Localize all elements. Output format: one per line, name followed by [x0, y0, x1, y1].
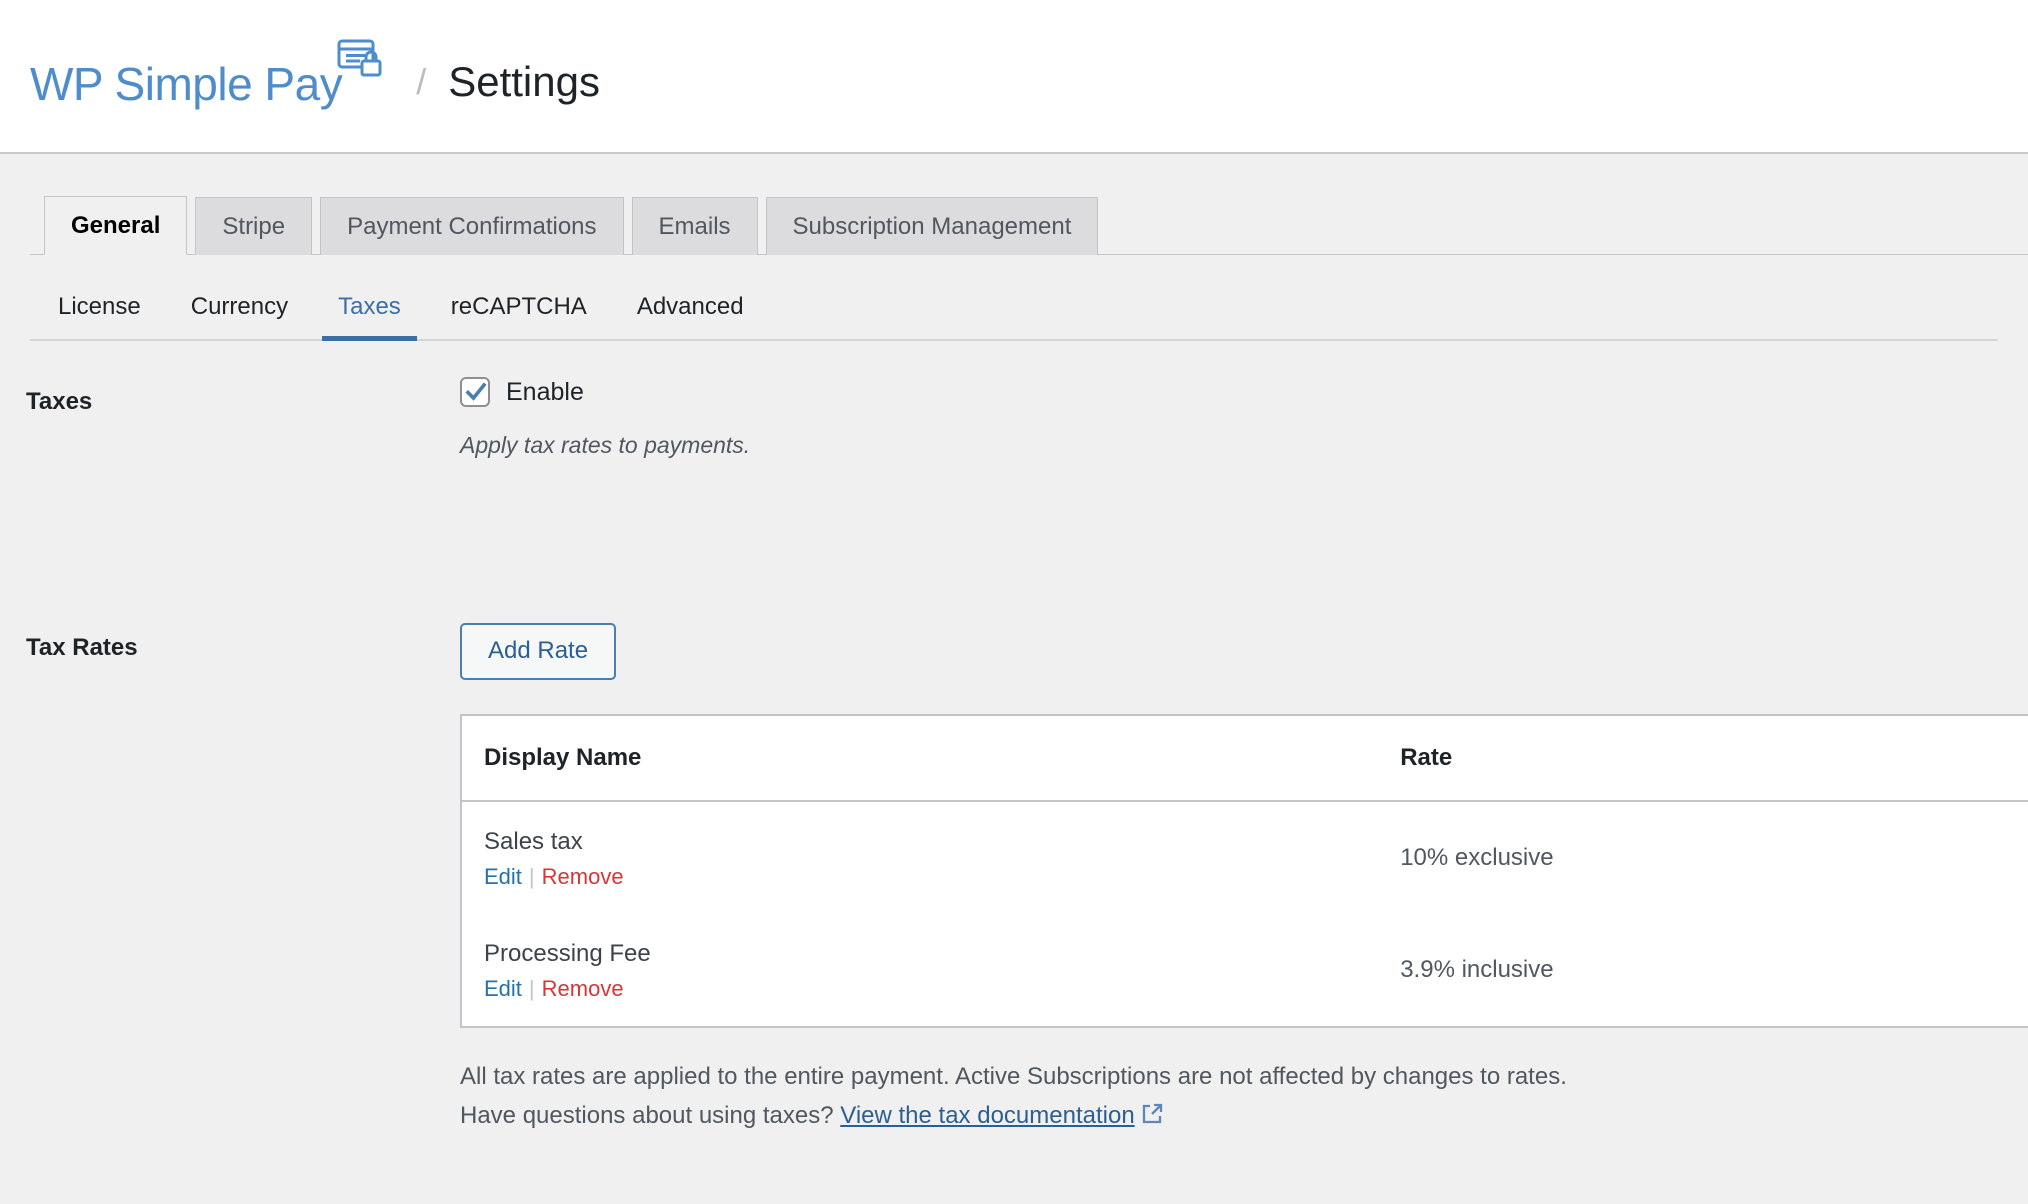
row-actions: Edit | Remove	[484, 866, 780, 888]
field-label-tax-rates: Tax Rates	[26, 634, 138, 662]
edit-rate-link[interactable]: Edit	[484, 864, 522, 889]
table-header-row: Display Name Rate	[461, 715, 2028, 803]
enable-taxes-checkbox[interactable]	[460, 377, 490, 407]
brand-name: WP Simple Pay	[30, 58, 343, 110]
subtab-currency[interactable]: Currency	[175, 295, 304, 339]
row-actions: Edit | Remove	[484, 978, 780, 1000]
field-control-tax-rates: Add Rate Display Name Rate Sales tax Edi…	[460, 481, 2028, 1158]
sub-tabs: License Currency Taxes reCAPTCHA Advance…	[30, 255, 1998, 341]
primary-tabs-container: General Stripe Payment Confirmations Ema…	[0, 154, 2028, 255]
enable-taxes-label: Enable	[506, 377, 584, 406]
enable-taxes-row[interactable]: Enable	[460, 377, 2028, 407]
edit-rate-link[interactable]: Edit	[484, 976, 522, 1001]
cell-display-name: Processing Fee Edit | Remove	[461, 914, 781, 1028]
column-header-rate: Rate	[780, 715, 2028, 803]
table-row: Sales tax Edit | Remove 10% exclusive	[461, 801, 2028, 915]
tab-emails[interactable]: Emails	[631, 197, 758, 255]
subtab-taxes[interactable]: Taxes	[322, 295, 417, 341]
tax-documentation-link[interactable]: View the tax documentation	[840, 1102, 1134, 1129]
rate-display-name: Sales tax	[484, 828, 583, 856]
table-row: Processing Fee Edit | Remove 3.9% inclusiv…	[461, 914, 2028, 1028]
settings-page: WP Simple Pay / Settings General Stripe …	[0, 0, 2028, 1204]
tax-rates-table: Display Name Rate Sales tax Edit | Remove	[460, 714, 2028, 1029]
primary-tabs: General Stripe Payment Confirmations Ema…	[30, 192, 2028, 255]
credit-card-lock-icon	[336, 37, 384, 83]
page-title: Settings	[448, 58, 600, 105]
tab-payment-confirmations[interactable]: Payment Confirmations	[320, 197, 624, 255]
field-control-taxes: Enable Apply tax rates to payments.	[460, 345, 2028, 481]
tax-rates-table-body: Sales tax Edit | Remove 10% exclusive Proc…	[461, 801, 2028, 1028]
rate-display-name: Processing Fee	[484, 940, 651, 968]
page-header: WP Simple Pay / Settings	[0, 0, 2028, 154]
subtab-advanced[interactable]: Advanced	[621, 295, 760, 339]
tax-rates-note-line-2: Have questions about using taxes? View t…	[460, 1097, 2028, 1138]
remove-rate-link[interactable]: Remove	[542, 976, 624, 1001]
cell-rate: 10% exclusive	[780, 801, 2028, 915]
field-row-tax-rates: Tax Rates Add Rate Display Name Rate Sal…	[0, 481, 2028, 1158]
remove-rate-link[interactable]: Remove	[542, 864, 624, 889]
taxes-description: Apply tax rates to payments.	[460, 432, 751, 458]
column-header-display-name: Display Name	[461, 715, 781, 803]
field-label-taxes: Taxes	[26, 388, 93, 415]
breadcrumb-separator: /	[416, 61, 427, 102]
cell-display-name: Sales tax Edit | Remove	[461, 801, 781, 915]
tab-general[interactable]: General	[44, 196, 188, 255]
tax-rates-note: All tax rates are applied to the entire …	[460, 1058, 2028, 1138]
tax-rates-note-line-1: All tax rates are applied to the entire …	[460, 1063, 1567, 1091]
tax-rates-table-head: Display Name Rate	[461, 715, 2028, 803]
add-rate-button[interactable]: Add Rate	[460, 623, 617, 681]
field-row-taxes: Taxes Enable Apply tax rates to payments…	[0, 345, 2028, 481]
action-separator: |	[528, 976, 535, 1002]
checkmark-icon	[465, 382, 487, 401]
subtab-license[interactable]: License	[42, 295, 157, 339]
submit-container: Save Changes	[0, 1158, 2028, 1204]
tab-subscription-management[interactable]: Subscription Management	[765, 197, 1099, 255]
settings-form: Taxes Enable Apply tax rates to payments…	[0, 345, 2028, 1158]
tab-stripe[interactable]: Stripe	[195, 197, 313, 255]
action-separator: |	[528, 864, 535, 890]
subtab-recaptcha[interactable]: reCAPTCHA	[435, 295, 603, 339]
external-link-icon	[1141, 1103, 1163, 1131]
cell-rate: 3.9% inclusive	[780, 914, 2028, 1028]
brand-logo[interactable]: WP Simple Pay	[30, 39, 390, 107]
tax-docs-question: Have questions about using taxes?	[460, 1102, 841, 1130]
